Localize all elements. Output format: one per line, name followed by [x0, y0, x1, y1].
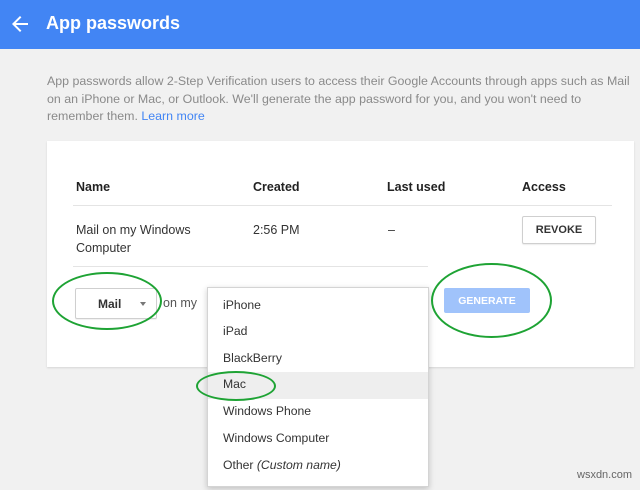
menu-item-windows-computer[interactable]: Windows Computer	[208, 426, 428, 453]
header-divider	[73, 205, 612, 206]
column-header-last-used: Last used	[387, 180, 446, 194]
menu-item-blackberry[interactable]: BlackBerry	[208, 346, 428, 373]
row-created-cell: 2:56 PM	[253, 223, 300, 237]
app-bar: App passwords	[0, 0, 640, 49]
select-app-dropdown[interactable]: Mail	[75, 288, 157, 319]
select-app-value: Mail	[98, 297, 122, 311]
row-name-cell: Mail on my Windows Computer	[76, 221, 191, 257]
row-last-used-cell: –	[388, 223, 395, 237]
menu-item-mac[interactable]: Mac	[208, 372, 428, 399]
menu-item-label: BlackBerry	[223, 351, 282, 365]
generate-button[interactable]: GENERATE	[444, 288, 530, 313]
revoke-button[interactable]: REVOKE	[522, 216, 596, 244]
column-header-name: Name	[76, 180, 111, 194]
column-header-access: Access	[522, 180, 566, 194]
arrow-left-icon[interactable]	[8, 12, 32, 36]
custom-name-hint: (Custom name)	[256, 458, 341, 472]
intro-text-block: App passwords allow 2-Step Verification …	[47, 73, 632, 126]
row-name-line1: Mail on my Windows	[76, 223, 191, 237]
menu-item-windows-phone[interactable]: Windows Phone	[208, 399, 428, 426]
menu-item-iphone[interactable]: iPhone	[208, 293, 428, 320]
menu-item-label: iPhone	[223, 298, 261, 312]
page-title: App passwords	[46, 13, 181, 33]
menu-item-label: Other (Custom name)	[223, 458, 341, 472]
menu-item-label: iPad	[223, 324, 248, 338]
intro-description: App passwords allow 2-Step Verification …	[47, 74, 630, 123]
column-header-created: Created	[253, 180, 300, 194]
menu-item-label: Windows Phone	[223, 404, 312, 418]
caret-down-icon	[140, 302, 146, 306]
learn-more-link[interactable]: Learn more	[141, 109, 204, 123]
watermark-text: wsxdn.com	[577, 469, 633, 481]
menu-item-other-text: Other	[223, 458, 254, 472]
row-name-line2: Computer	[76, 241, 131, 255]
menu-item-ipad[interactable]: iPad	[208, 319, 428, 346]
menu-item-label: Mac	[223, 377, 247, 391]
menu-item-other[interactable]: Other (Custom name)	[208, 453, 428, 480]
row-divider	[73, 266, 428, 267]
select-device-menu: iPhone iPad BlackBerry Mac Windows Phone…	[207, 287, 429, 487]
menu-item-label: Windows Computer	[223, 431, 330, 445]
on-my-label: on my	[163, 296, 198, 310]
